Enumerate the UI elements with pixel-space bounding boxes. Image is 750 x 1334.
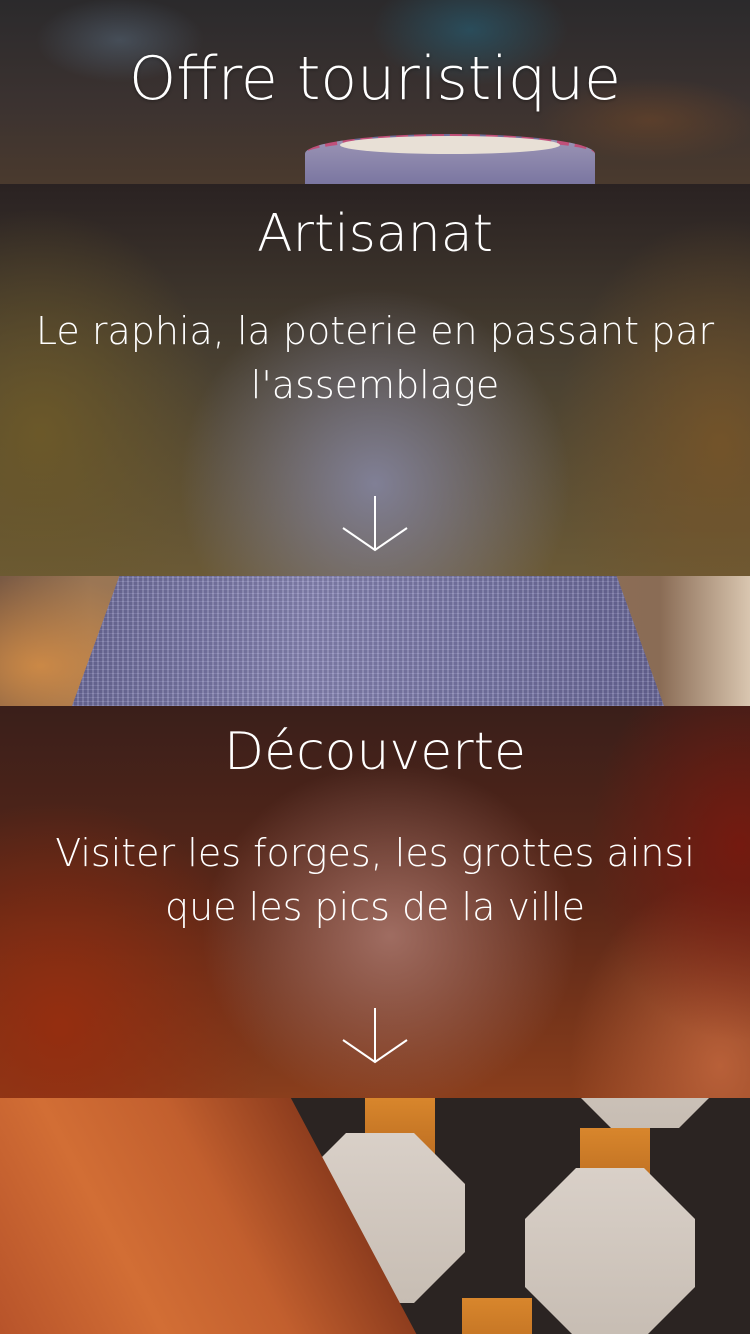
page-title: Offre touristique [129,44,621,114]
tile-square [462,1298,532,1334]
arrow-down-icon[interactable] [340,1006,410,1066]
card-description: Le raphia, la poterie en passant par l'a… [35,309,715,407]
woven-texture [72,576,664,706]
card-description: Visiter les forges, les grottes ainsi qu… [55,831,695,929]
arrow-down-icon[interactable] [340,494,410,554]
table-image [0,1098,750,1334]
card-title: Découverte [224,722,526,782]
basket-rim-decoration [340,136,560,154]
card-decouverte[interactable]: Découverte Visiter les forges, les grott… [0,706,750,1098]
card-artisanat[interactable]: Artisanat Le raphia, la poterie en passa… [0,184,750,576]
card-title: Artisanat [257,204,493,264]
basket-image [0,576,750,706]
